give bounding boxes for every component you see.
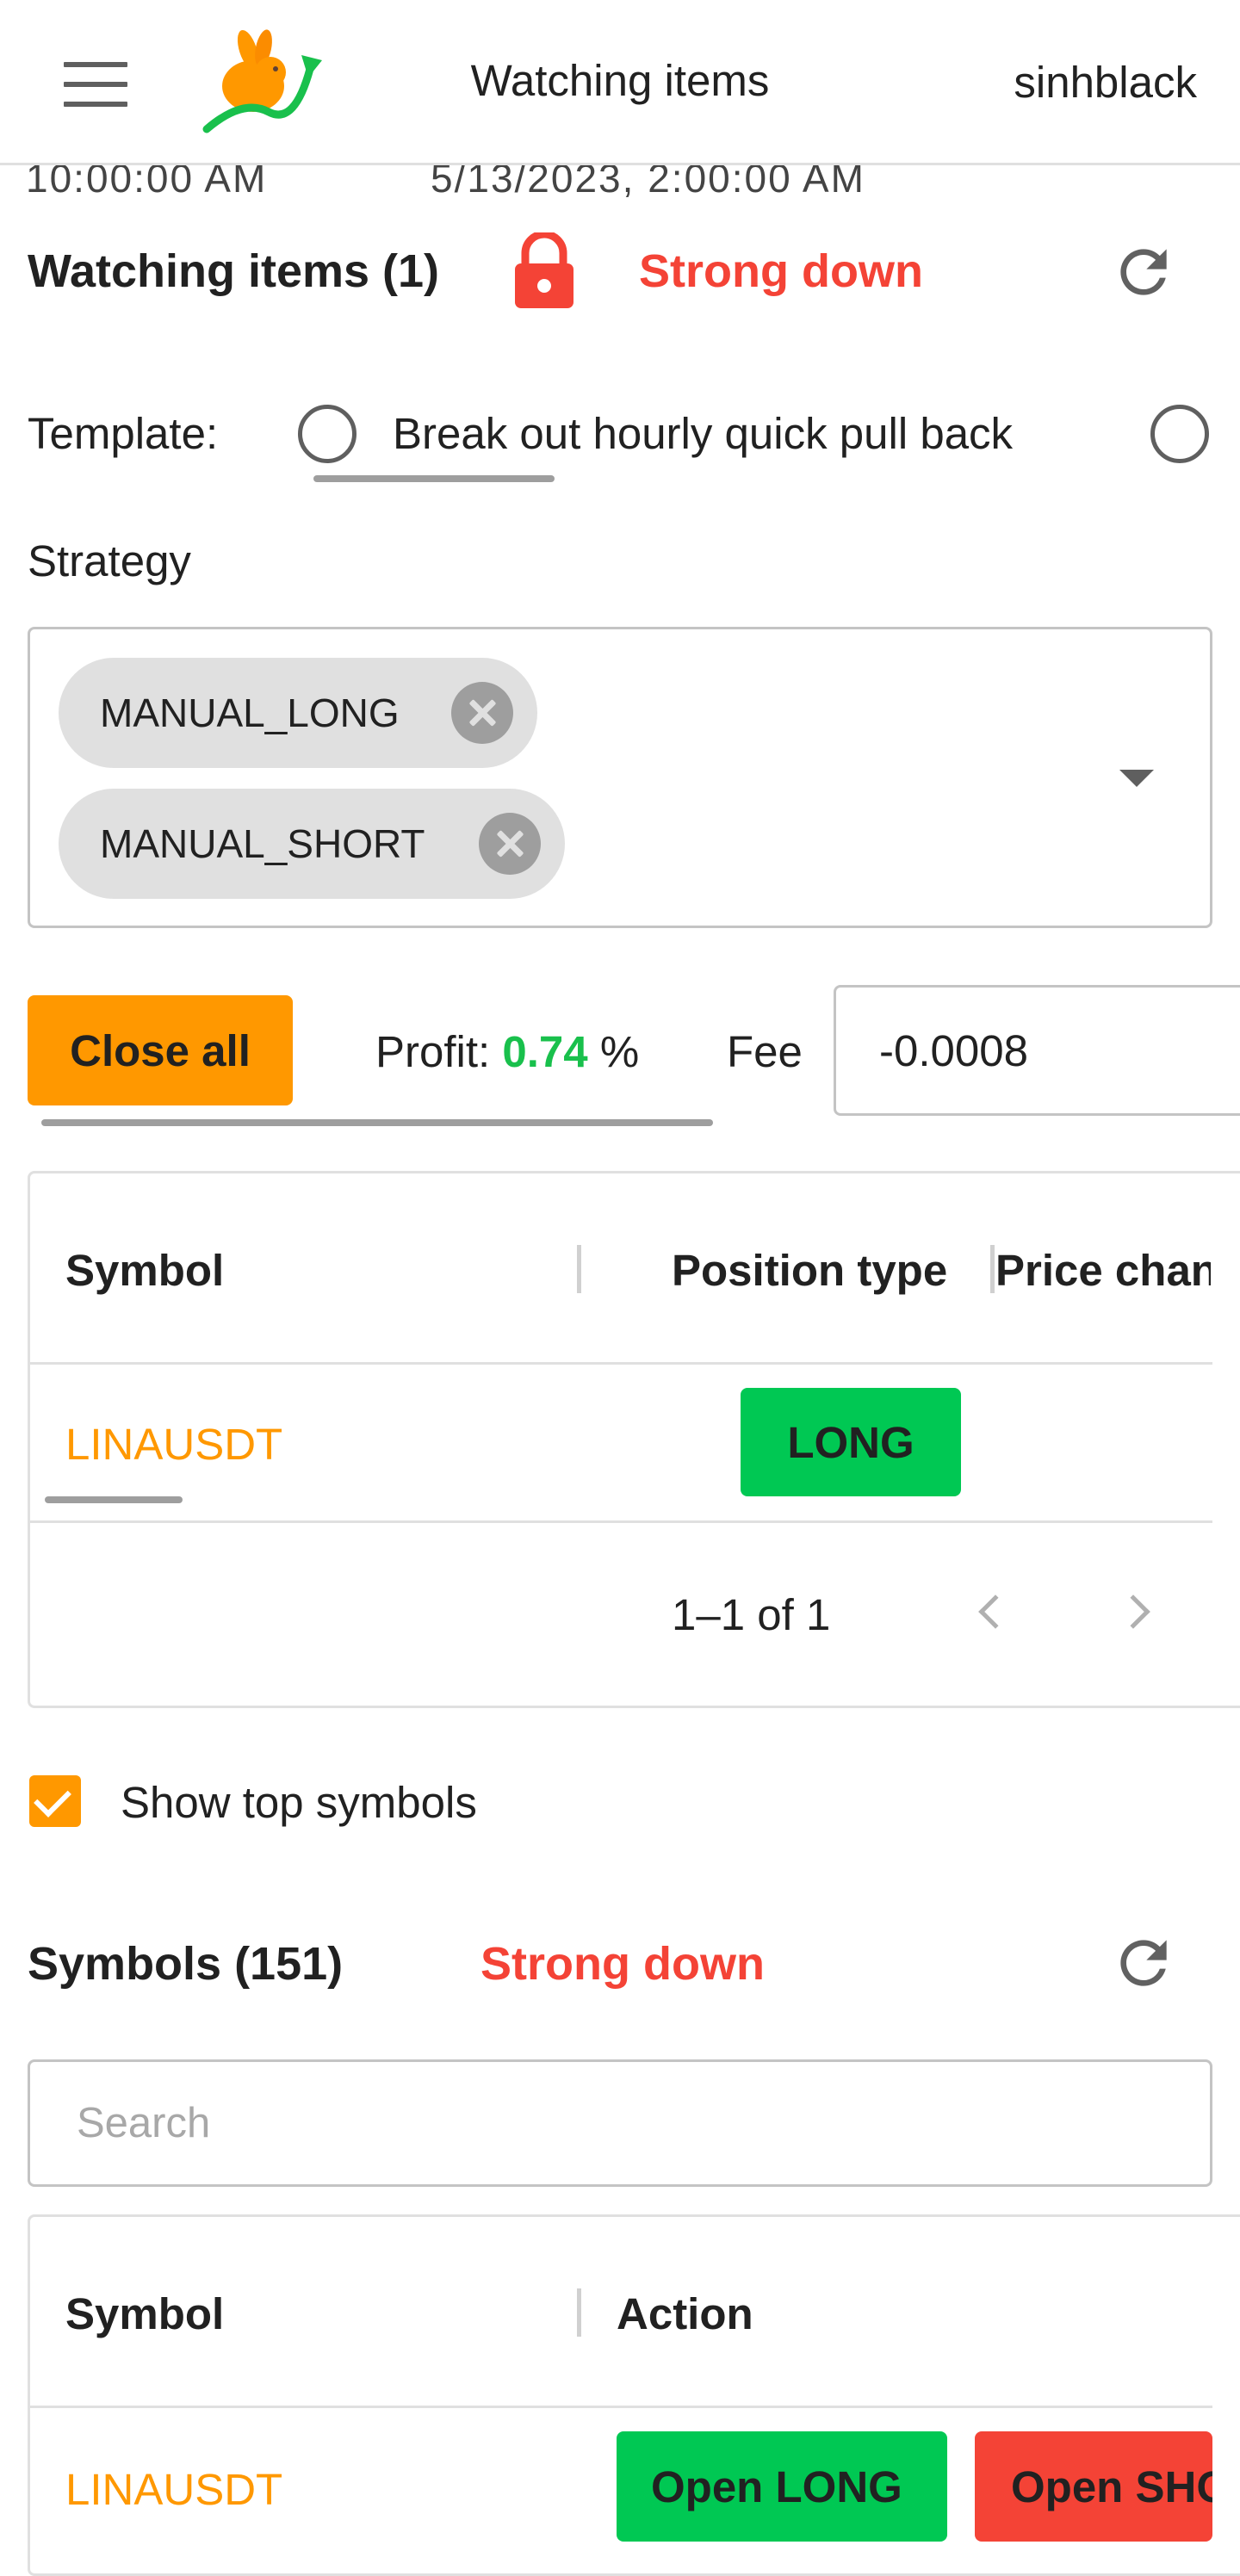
refresh-icon[interactable] xyxy=(1109,238,1178,307)
column-header-clip: Price change xyxy=(995,1231,1211,1309)
template-radio-2[interactable] xyxy=(1150,405,1209,463)
horizontal-scroll-indicator[interactable] xyxy=(41,1119,713,1126)
template-label: Template: xyxy=(28,409,219,458)
page-title: Watching items xyxy=(470,56,770,105)
column-header-position-type[interactable]: Position type xyxy=(672,1245,947,1296)
dropdown-arrow-icon[interactable] xyxy=(1119,770,1154,787)
show-top-symbols-checkbox[interactable] xyxy=(29,1775,81,1827)
watching-items-title: Watching items (1) xyxy=(28,245,440,297)
fee-input[interactable] xyxy=(834,985,1240,1116)
row-scroll-indicator[interactable] xyxy=(45,1496,183,1503)
template-scroll-indicator[interactable] xyxy=(313,475,555,482)
open-short-button[interactable]: Open SHORT xyxy=(975,2431,1212,2542)
menu-icon[interactable] xyxy=(53,55,140,114)
strategy-chip: MANUAL_LONG xyxy=(59,658,537,768)
profit-value: 0.74 xyxy=(502,1027,588,1076)
profit-unit: % xyxy=(599,1027,640,1076)
header-divider xyxy=(28,2406,1212,2408)
strategy-chip-label: MANUAL_SHORT xyxy=(100,821,425,866)
chip-remove-icon[interactable] xyxy=(479,813,541,875)
column-header-symbol[interactable]: Symbol xyxy=(65,2288,224,2339)
symbols-trend-status: Strong down xyxy=(480,1938,765,1990)
column-header-action[interactable]: Action xyxy=(617,2288,753,2339)
template-option-label[interactable]: Break out hourly quick pull back xyxy=(393,408,1013,459)
app-bar: Watching items sinhblack xyxy=(0,0,1240,165)
refresh-icon[interactable] xyxy=(1109,1929,1178,1997)
row-divider xyxy=(28,1520,1212,1523)
symbol-link[interactable]: LINAUSDT xyxy=(65,2464,282,2515)
column-header-price-change[interactable]: Price change xyxy=(995,1245,1211,1296)
profit-display: Profit: 0.74 % xyxy=(375,1026,639,1077)
profit-label: Profit: xyxy=(375,1027,491,1076)
open-long-button[interactable]: Open LONG xyxy=(617,2431,947,2542)
column-separator[interactable] xyxy=(577,1245,581,1293)
search-input[interactable] xyxy=(28,2059,1212,2187)
fee-label: Fee xyxy=(727,1027,803,1076)
watching-trend-status: Strong down xyxy=(639,245,923,297)
column-separator[interactable] xyxy=(990,1245,995,1293)
username[interactable]: sinhblack xyxy=(947,57,1197,108)
strategy-chip-label: MANUAL_LONG xyxy=(100,690,400,735)
lock-icon[interactable] xyxy=(512,232,577,310)
show-top-symbols-label[interactable]: Show top symbols xyxy=(121,1777,477,1828)
strategy-chip: MANUAL_SHORT xyxy=(59,789,565,899)
column-header-symbol[interactable]: Symbol xyxy=(65,1245,224,1296)
header-divider xyxy=(28,1362,1212,1365)
chip-remove-icon[interactable] xyxy=(451,682,513,744)
rabbit-logo[interactable] xyxy=(200,21,324,141)
watching-symbol-link[interactable]: LINAUSDT xyxy=(65,1419,282,1470)
pagination-info: 1–1 of 1 xyxy=(672,1590,831,1639)
template-radio[interactable] xyxy=(298,405,356,463)
strategy-label: Strategy xyxy=(28,536,191,585)
position-type-badge[interactable]: LONG xyxy=(741,1388,961,1496)
symbols-title: Symbols (151) xyxy=(28,1938,344,1990)
column-separator[interactable] xyxy=(577,2288,581,2337)
close-all-button[interactable]: Close all xyxy=(28,995,293,1105)
